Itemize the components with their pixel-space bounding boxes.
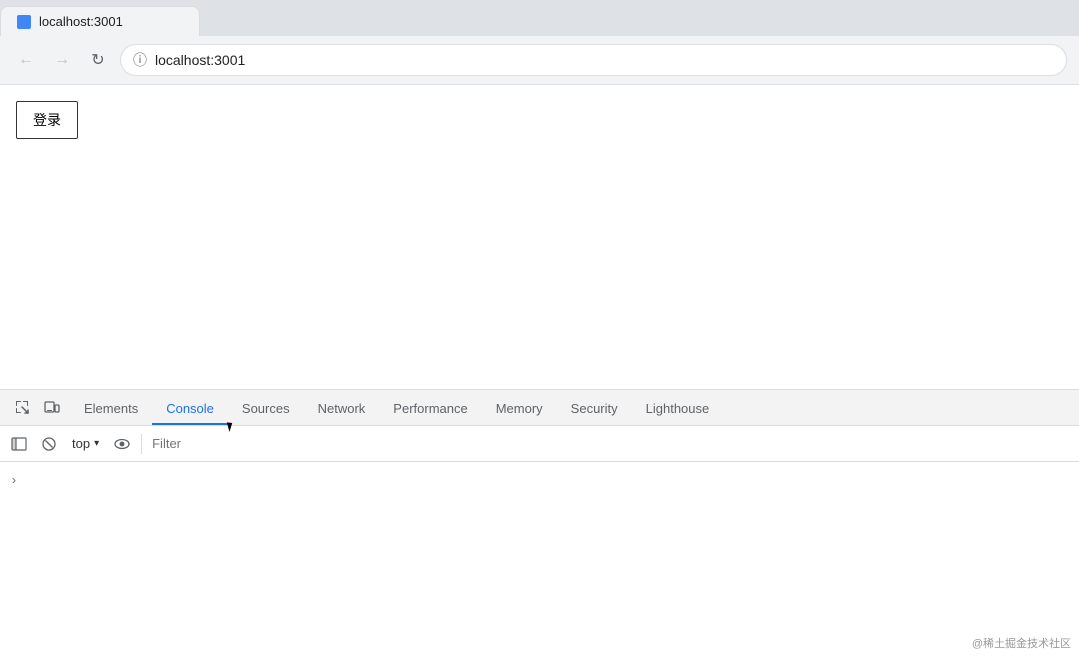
tab-console[interactable]: Console <box>152 393 228 425</box>
browser-chrome: localhost:3001 ← → ↻ ⓘ localhost:3001 <box>0 0 1079 85</box>
page-content: 登录 <box>0 85 1079 390</box>
console-filter-input[interactable] <box>148 436 1073 451</box>
tab-bar: localhost:3001 <box>0 0 1079 36</box>
inspect-element-icon[interactable] <box>8 393 36 421</box>
devtools-tab-bar: Elements Console Sources Network Perform… <box>0 390 1079 426</box>
browser-tab[interactable]: localhost:3001 <box>0 6 200 36</box>
console-toolbar: top ▾ <box>0 426 1079 462</box>
info-icon: ⓘ <box>133 50 147 70</box>
address-bar[interactable]: ⓘ localhost:3001 <box>120 44 1067 76</box>
tab-favicon <box>17 15 31 29</box>
eye-icon-button[interactable] <box>109 431 135 457</box>
tab-security[interactable]: Security <box>557 393 632 425</box>
reload-button[interactable]: ↻ <box>84 46 112 74</box>
devtools-panel: Elements Console Sources Network Perform… <box>0 389 1079 659</box>
tab-network[interactable]: Network <box>304 393 380 425</box>
tab-performance[interactable]: Performance <box>379 393 481 425</box>
console-body: › <box>0 462 1079 498</box>
toolbar-divider <box>141 434 142 454</box>
console-chevron[interactable]: › <box>12 470 16 490</box>
address-text: localhost:3001 <box>155 52 1054 68</box>
chevron-down-icon: ▾ <box>94 438 99 449</box>
tab-title: localhost:3001 <box>39 14 183 29</box>
forward-button[interactable]: → <box>48 46 76 74</box>
watermark: @稀土掘金技术社区 <box>972 635 1071 651</box>
tab-lighthouse[interactable]: Lighthouse <box>632 393 724 425</box>
devtools-icon-group <box>4 390 70 425</box>
back-button[interactable]: ← <box>12 46 40 74</box>
clear-console-button[interactable] <box>36 431 62 457</box>
sidebar-toggle-button[interactable] <box>6 431 32 457</box>
address-bar-row: ← → ↻ ⓘ localhost:3001 <box>0 36 1079 84</box>
tab-sources[interactable]: Sources <box>228 393 304 425</box>
device-toolbar-icon[interactable] <box>38 393 66 421</box>
context-selector[interactable]: top ▾ <box>66 431 105 457</box>
login-button[interactable]: 登录 <box>16 101 78 139</box>
tab-elements[interactable]: Elements <box>70 393 152 425</box>
tab-memory[interactable]: Memory <box>482 393 557 425</box>
